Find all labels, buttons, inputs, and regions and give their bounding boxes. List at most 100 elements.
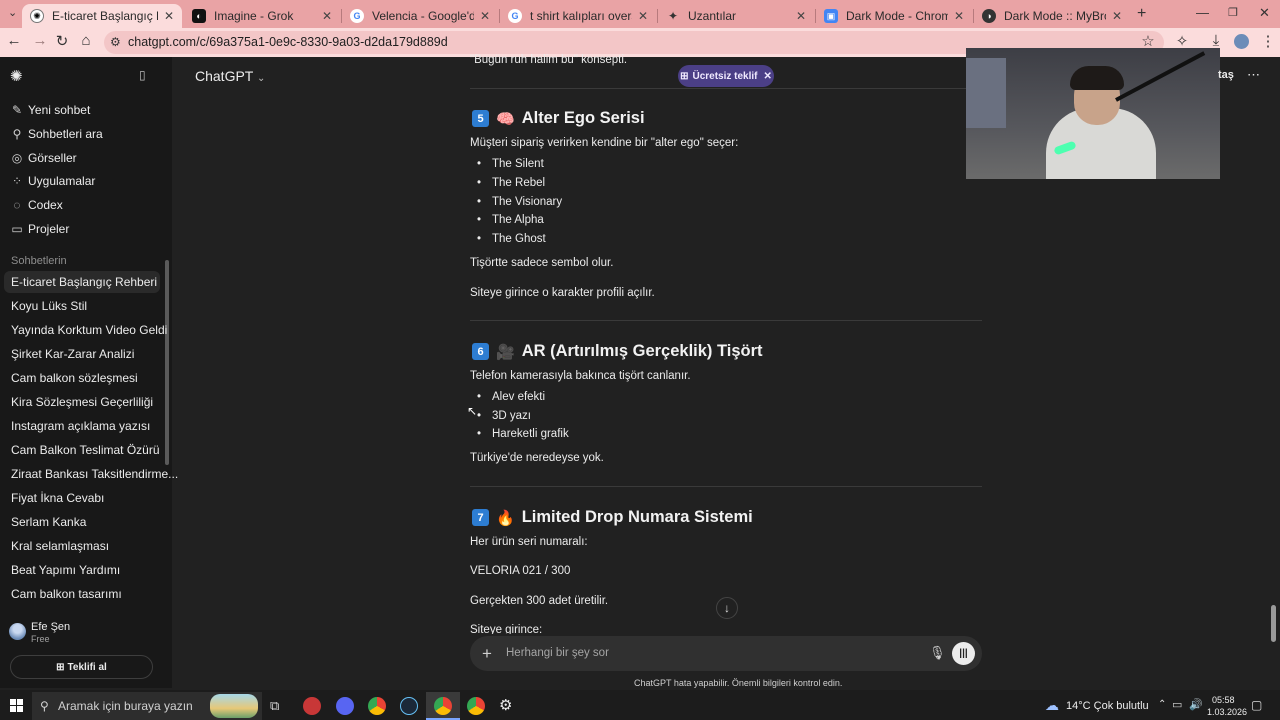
weather-text[interactable]: 14°C Çok bulutlu — [1066, 700, 1149, 712]
app-icon[interactable] — [303, 697, 321, 715]
close-icon[interactable]: ✕ — [322, 9, 332, 23]
gift-icon: ⊞ — [56, 661, 65, 673]
clock-time[interactable]: 05:58 — [1212, 695, 1235, 705]
list-item: The Alpha — [477, 214, 544, 226]
chat-item[interactable]: Şirket Kar-Zarar Analizi — [0, 343, 172, 365]
tray-chevron-icon[interactable]: ⌃ — [1158, 699, 1166, 710]
main-scrollbar[interactable] — [1271, 605, 1276, 642]
plus-icon[interactable]: + — [482, 644, 492, 664]
chat-item[interactable]: Beat Yapımı Yardımı — [0, 559, 172, 581]
avatar[interactable] — [9, 623, 26, 640]
sidebar-item-projects[interactable]: ▭ Projeler — [0, 218, 172, 240]
model-name: ChatGPT — [195, 68, 254, 84]
sidebar-item-label: Codex — [28, 198, 63, 212]
google-favicon-icon: G — [508, 9, 522, 23]
sidebar-item-codex[interactable]: ◌ Codex — [0, 194, 172, 216]
free-offer-badge[interactable]: ⊞ Ücretsiz teklif ✕ — [678, 65, 774, 87]
grok-favicon-icon: ◐ — [192, 9, 206, 23]
network-icon[interactable]: ▭ — [1172, 698, 1182, 711]
discord-icon[interactable] — [336, 697, 354, 715]
chat-item[interactable]: Koyu Lüks Stil — [0, 295, 172, 317]
settings-gear-icon[interactable]: ⚙ — [499, 696, 512, 714]
steam-icon[interactable] — [400, 697, 418, 715]
download-icon[interactable]: ⤓ — [1206, 32, 1226, 49]
chat-item[interactable]: Kira Sözleşmesi Geçerliliği — [0, 391, 172, 413]
chat-item[interactable]: Cam Balkon Teslimat Özürü — [0, 439, 172, 461]
chat-item[interactable]: Serlam Kanka — [0, 511, 172, 533]
close-icon[interactable]: ✕ — [764, 71, 772, 82]
voice-mode-button[interactable]: ||| — [952, 642, 975, 665]
chatgpt-logo-icon[interactable]: ✺ — [10, 67, 23, 85]
chat-item[interactable]: Instagram açıklama yazısı — [0, 415, 172, 437]
site-info-icon[interactable]: ⚙ — [110, 35, 121, 49]
chat-item[interactable]: Cam balkon sözleşmesi — [0, 367, 172, 389]
prompt-input[interactable]: Herhangi bir şey sor — [506, 647, 609, 659]
paragraph: Gerçekten 300 adet üretilir. — [470, 595, 609, 607]
task-view-icon[interactable]: ⧉ — [270, 698, 279, 714]
close-icon[interactable]: ✕ — [954, 9, 964, 23]
chat-item[interactable]: Yayında Korktum Video Geldi — [0, 319, 172, 341]
restore-icon[interactable]: ❐ — [1228, 6, 1238, 19]
volume-icon[interactable]: 🔊 — [1189, 698, 1203, 711]
list-item: Alev efekti — [477, 391, 545, 403]
moon-icon: ◑ — [982, 9, 996, 23]
tab-dark-mode-store[interactable]: ▣ Dark Mode - Chrome Web Mag ✕ — [816, 4, 972, 28]
scroll-down-button[interactable]: ↓ — [716, 597, 738, 619]
clock-date[interactable]: 1.03.2026 — [1207, 707, 1247, 717]
user-name[interactable]: Efe Şen — [31, 621, 70, 633]
chat-item[interactable]: Fiyat İkna Cevabı — [0, 487, 172, 509]
list-item: The Rebel — [477, 177, 545, 189]
close-icon[interactable]: ✕ — [1112, 9, 1122, 23]
windows-start-icon[interactable] — [10, 699, 23, 712]
tab-extensions[interactable]: ✦ Uzantılar ✕ — [658, 4, 814, 28]
share-button-partial[interactable]: taş — [1218, 69, 1234, 81]
chevron-down-icon: ⌄ — [257, 73, 266, 84]
url-text[interactable]: chatgpt.com/c/69a375a1-0e9c-8330-9a03-d2… — [128, 35, 448, 49]
chat-item[interactable]: Ziraat Bankası Taksitlendirme... — [0, 463, 178, 485]
sidebar-item-apps[interactable]: ⁘ Uygulamalar — [0, 170, 172, 192]
home-icon[interactable]: ⌂ — [76, 32, 96, 49]
new-tab-icon[interactable]: + — [1137, 5, 1146, 23]
gift-icon: ⊞ — [680, 70, 689, 82]
tab-google-tshirt[interactable]: G t shirt kalıpları oversize - Goog ✕ — [500, 4, 656, 28]
sidebar-item-images[interactable]: ◎ Görseller — [0, 147, 172, 169]
sidebar-item-new-chat[interactable]: ✎ Yeni sohbet — [0, 99, 172, 121]
forward-icon[interactable]: → — [30, 32, 50, 49]
toggle-sidebar-icon[interactable]: ▯ — [139, 68, 146, 82]
chrome-icon[interactable] — [368, 697, 386, 715]
weather-icon: ☁ — [1045, 697, 1059, 713]
tab-grok[interactable]: ◐ Imagine - Grok ✕ — [184, 4, 340, 28]
back-icon[interactable]: ← — [4, 32, 24, 49]
chrome-icon[interactable] — [434, 697, 452, 715]
browser-menu-icon[interactable]: ⋮ — [1258, 32, 1278, 50]
sidebar-item-search-chats[interactable]: ⚲ Sohbetleri ara — [0, 123, 172, 145]
tab-search-icon[interactable]: ⌄ — [8, 6, 17, 19]
chrome-icon[interactable] — [467, 697, 485, 715]
close-icon[interactable]: ✕ — [164, 9, 174, 23]
microphone-icon[interactable]: 🎙 — [929, 645, 946, 661]
close-icon[interactable]: ✕ — [638, 9, 648, 23]
close-icon[interactable]: ✕ — [796, 9, 806, 23]
close-window-icon[interactable]: ✕ — [1259, 5, 1270, 21]
more-options-icon[interactable]: ⋯ — [1247, 67, 1260, 83]
notification-icon[interactable]: ▢ — [1251, 698, 1262, 712]
user-plan: Free — [31, 634, 50, 644]
paragraph: Siteye girince o karakter profili açılır… — [470, 287, 655, 299]
mouse-cursor-icon: ↖ — [467, 404, 478, 418]
chat-item[interactable]: Cam balkon tasarımı — [0, 583, 172, 605]
reload-icon[interactable]: ↻ — [52, 32, 72, 50]
model-selector[interactable]: ChatGPT ⌄ — [195, 68, 265, 84]
offer-label: Ücretsiz teklif — [692, 70, 758, 82]
chat-item[interactable]: Kral selamlaşması — [0, 535, 172, 557]
tab-google-velencia[interactable]: G Velencia - Google'da Ara ✕ — [342, 4, 498, 28]
tab-dark-mode-addon[interactable]: ◑ Dark Mode :: MyBrowserAddon ✕ — [974, 4, 1130, 28]
profile-avatar[interactable] — [1234, 34, 1249, 49]
chat-item-active[interactable]: E-ticaret Başlangıç Rehberi — [4, 271, 160, 293]
section-heading: 7 🔥 Limited Drop Numara Sistemi — [472, 508, 753, 527]
upgrade-button[interactable]: ⊞ Teklifi al — [10, 655, 153, 679]
minimize-icon[interactable]: — — [1196, 5, 1209, 20]
camera-emoji: 🎥 — [496, 343, 515, 361]
tab-chatgpt[interactable]: ✺ E-ticaret Başlangıç Rehberi ✕ — [22, 4, 182, 28]
number-badge: 5 — [472, 110, 489, 127]
close-icon[interactable]: ✕ — [480, 9, 490, 23]
